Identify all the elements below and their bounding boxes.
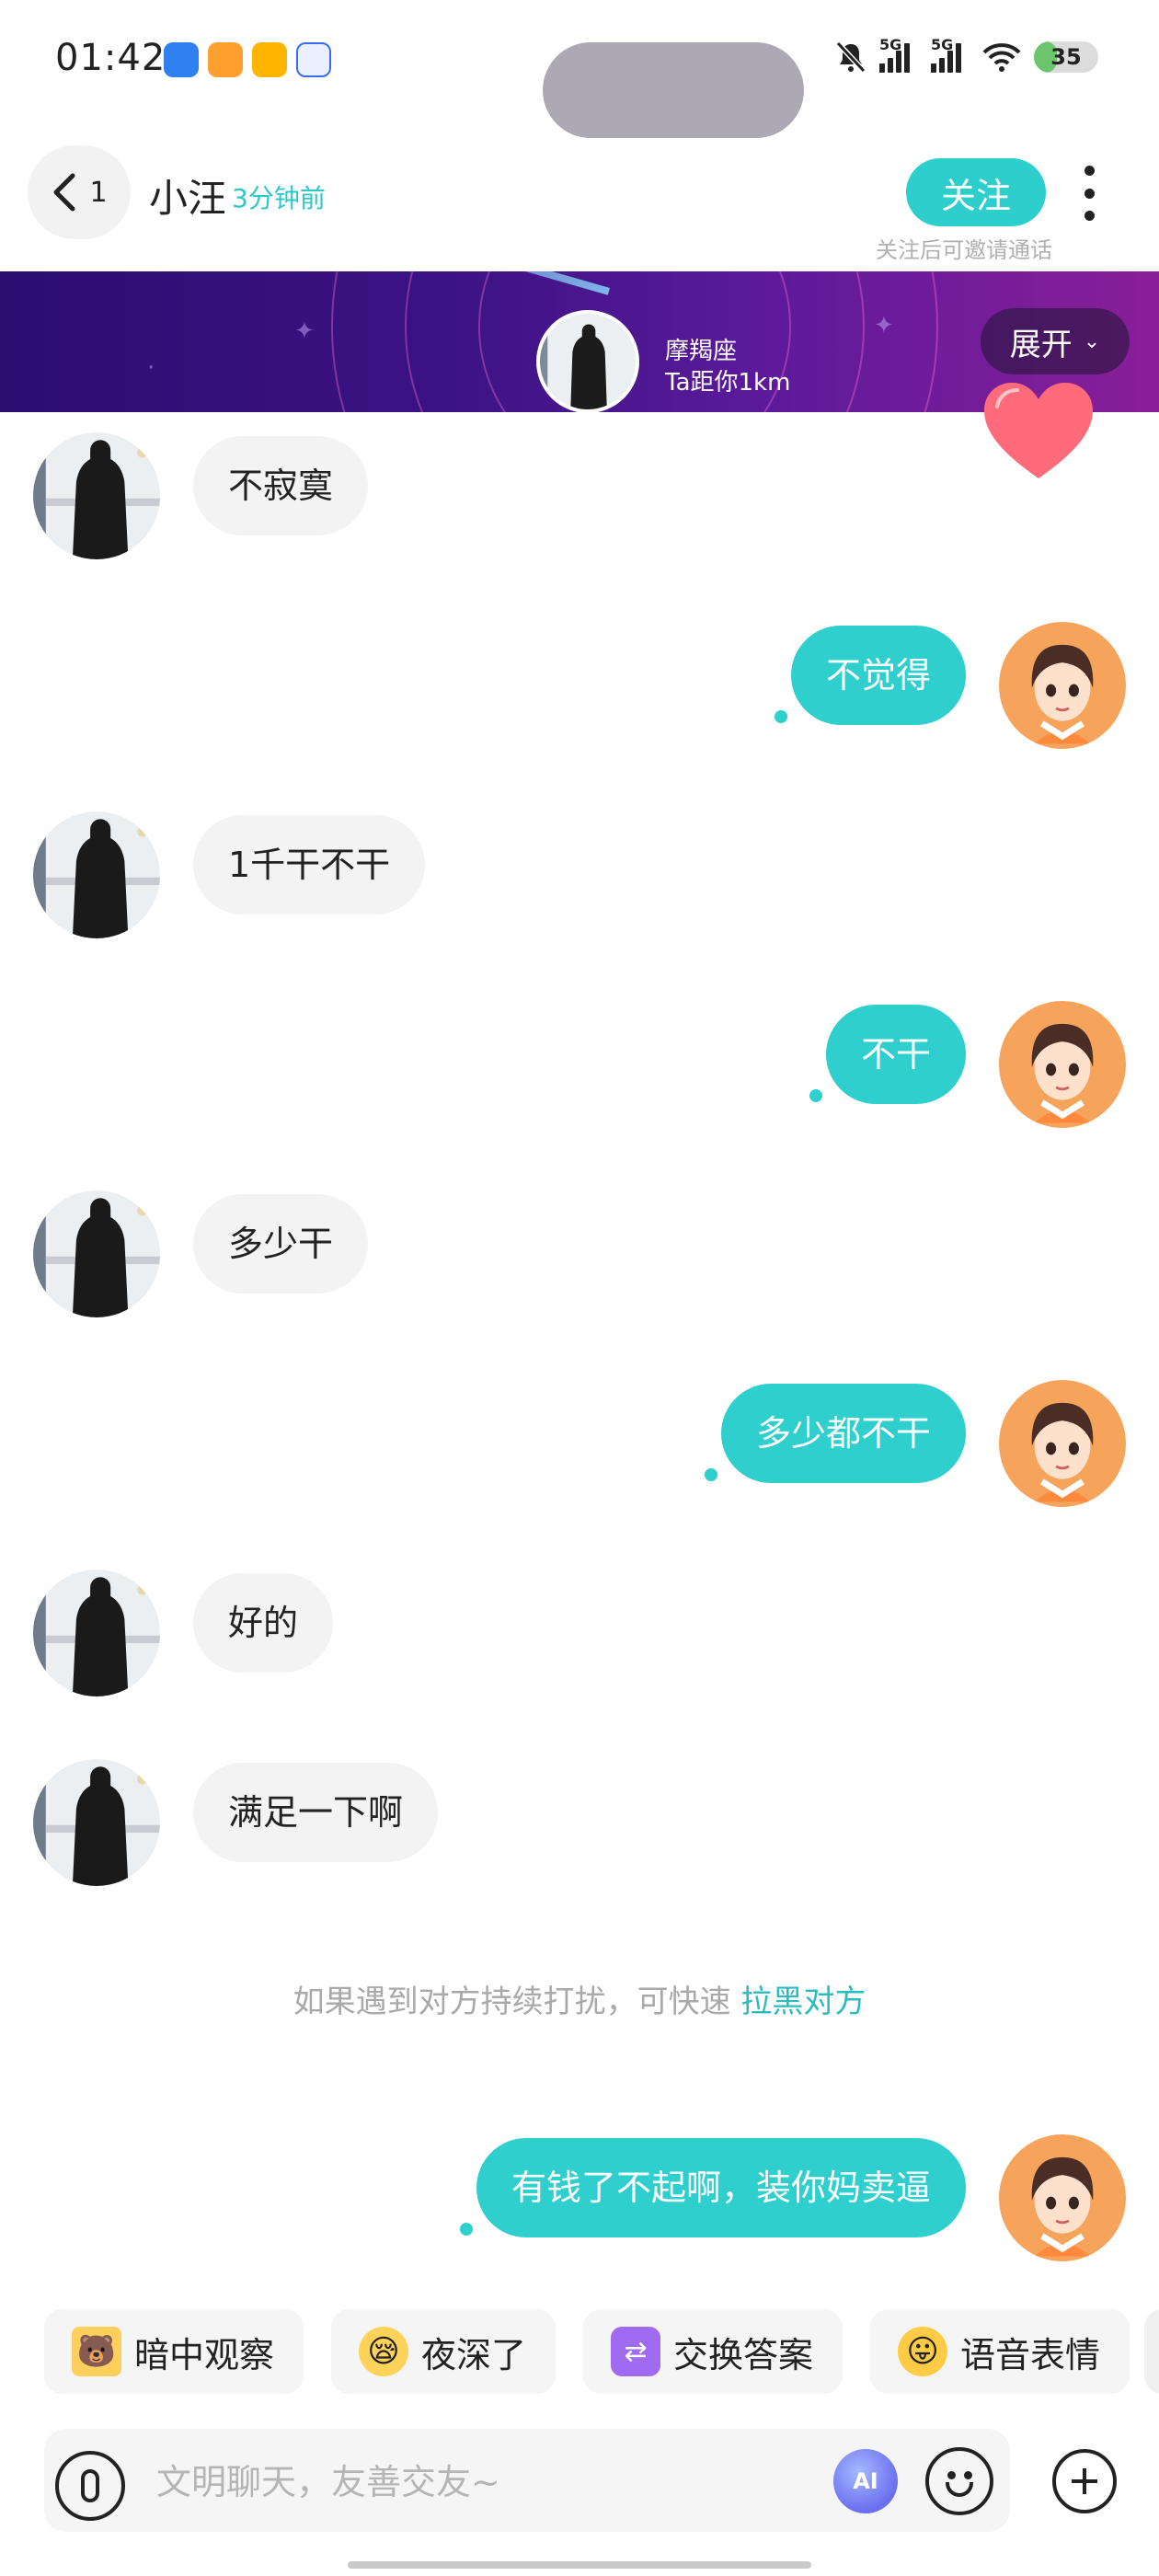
plus-icon[interactable] [1052, 2449, 1117, 2513]
quick-action-voice-emoji[interactable]: 😛 语音表情 [870, 2309, 1130, 2394]
peer-avatar[interactable] [33, 811, 160, 938]
incoming-message-bubble[interactable]: 1千干不干 [193, 815, 426, 914]
heart-icon[interactable] [981, 379, 1096, 486]
chevron-down-icon: ⌄ [1083, 329, 1101, 353]
last-seen-time: 3分钟前 [232, 183, 326, 213]
quick-action-overflow[interactable] [1144, 2309, 1159, 2394]
peer-avatar[interactable] [33, 1759, 160, 1886]
status-indicators: 5G 5G 35 [835, 36, 1098, 74]
block-notice-text: 如果遇到对方持续打扰，可快速 [293, 1984, 741, 2020]
quick-action-bar: 🐻 暗中观察 😪 夜深了 ⇄ 交换答案 😛 语音表情 [44, 2309, 1130, 2394]
exchange-icon: ⇄ [611, 2327, 661, 2376]
peer-zodiac: 摩羯座 [665, 338, 738, 365]
baidu-app-icon [296, 42, 331, 77]
unread-count: 1 [89, 176, 108, 209]
voice-emoji-icon: 😛 [898, 2327, 948, 2376]
signal-icon-sim1: 5G [879, 36, 918, 73]
quick-action-peek[interactable]: 🐻 暗中观察 [44, 2309, 304, 2394]
incoming-message-bubble[interactable]: 多少干 [193, 1194, 369, 1294]
incoming-message-bubble[interactable]: 满足一下啊 [193, 1763, 439, 1862]
my-avatar[interactable] [999, 1001, 1126, 1128]
expand-label: 展开 [1009, 326, 1073, 363]
home-indicator[interactable] [348, 2561, 811, 2569]
read-receipt-dot [775, 710, 787, 723]
emoji-icon[interactable] [925, 2447, 993, 2515]
outgoing-message-bubble[interactable]: 不觉得 [790, 626, 966, 725]
my-avatar[interactable] [999, 622, 1126, 749]
quick-action-late-night[interactable]: 😪 夜深了 [331, 2309, 557, 2394]
voice-input-icon[interactable] [55, 2451, 125, 2521]
back-button[interactable]: 1 [28, 145, 131, 239]
my-avatar[interactable] [999, 2134, 1126, 2261]
chat-header: 1 小汪 3分钟前 关注 关注后可邀请通话 [0, 138, 1159, 267]
message-input[interactable] [156, 2455, 800, 2510]
outgoing-message-bubble[interactable]: 不干 [825, 1005, 966, 1104]
peer-distance: Ta距你1km [665, 369, 791, 397]
peer-avatar[interactable] [33, 432, 160, 559]
read-receipt-dot [809, 1089, 822, 1102]
signal-icon-sim2: 5G [931, 36, 970, 73]
expand-button[interactable]: 展开 ⌄ [981, 308, 1130, 374]
peer-name: 小汪 [149, 176, 227, 221]
mute-bell-icon [835, 40, 866, 74]
status-app-icons [164, 42, 331, 77]
my-avatar[interactable] [999, 1380, 1126, 1507]
read-receipt-dot [705, 1468, 717, 1481]
quick-action-exchange-answers[interactable]: ⇄ 交换答案 [583, 2309, 843, 2394]
outgoing-message-bubble[interactable]: 多少都不干 [720, 1384, 966, 1483]
video-app-icon [208, 42, 243, 77]
incoming-message-bubble[interactable]: 不寂寞 [193, 436, 369, 535]
peer-avatar[interactable] [33, 1570, 160, 1696]
follow-hint: 关注后可邀请通话 [876, 237, 1052, 263]
status-time: 01:42 [55, 37, 166, 79]
notes-app-icon [252, 42, 287, 77]
ai-assistant-icon[interactable]: AI [833, 2449, 898, 2513]
wifi-icon [982, 43, 1021, 72]
incoming-message-bubble[interactable]: 好的 [193, 1573, 334, 1673]
battery-indicator: 35 [1034, 41, 1098, 73]
read-receipt-dot [460, 2223, 473, 2236]
peer-card-avatar [536, 310, 639, 413]
block-user-link[interactable]: 拉黑对方 [740, 1984, 866, 2020]
more-options-icon[interactable] [1076, 166, 1102, 221]
follow-button[interactable]: 关注 [906, 158, 1046, 226]
peer-card [543, 42, 804, 138]
chevron-left-icon [53, 173, 75, 212]
outgoing-message-bubble[interactable]: 有钱了不起啊，装你妈卖逼 [476, 2138, 966, 2237]
peer-avatar[interactable] [33, 1190, 160, 1317]
app-notification-icon [164, 42, 199, 77]
peek-emoji-icon: 🐻 [72, 2327, 121, 2376]
sleepy-emoji-icon: 😪 [359, 2327, 409, 2376]
block-notice: 如果遇到对方持续打扰，可快速 拉黑对方 [0, 1976, 1159, 2021]
